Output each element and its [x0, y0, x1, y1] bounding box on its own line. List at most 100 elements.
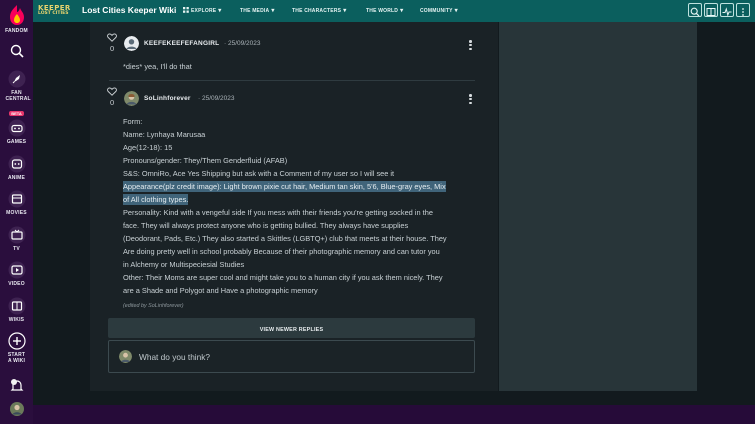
avatar[interactable]	[124, 91, 139, 106]
comment-text-line: Form:	[123, 117, 143, 126]
tv-icon	[8, 226, 25, 244]
comment-date: · 25/09/2023	[224, 40, 261, 47]
tv-nav[interactable]: TV	[0, 226, 33, 252]
search-icon	[10, 44, 24, 58]
search-button[interactable]	[688, 3, 702, 17]
game-controller-icon	[8, 119, 25, 137]
explore-grid-icon	[183, 7, 189, 13]
nav-the-media[interactable]: THE MEDIA ▾	[240, 7, 275, 14]
plus-circle-icon	[7, 332, 26, 350]
wiki-name[interactable]: Lost Cities Keeper Wiki	[82, 5, 176, 15]
comment-text-line: face. They will always protect anyone wh…	[123, 221, 409, 230]
nav-the-characters[interactable]: THE CHARACTERS ▾	[292, 7, 346, 14]
book-icon	[8, 297, 25, 315]
chevron-down-icon: ▾	[400, 8, 404, 14]
comment-text-line: Pronouns/gender: They/Them Genderfluid (…	[123, 156, 288, 165]
nav-the-media-label: THE MEDIA	[240, 8, 270, 14]
chevron-down-icon: ▾	[218, 8, 222, 14]
comment-text-line: Name: Lynhaya Marusaa	[123, 130, 206, 139]
activity-pulse-icon	[722, 7, 732, 17]
nav-explore-label: EXPLORE	[191, 8, 217, 14]
video-label: VIDEO	[8, 281, 25, 287]
nav-the-world[interactable]: THE WORLD ▾	[366, 7, 403, 14]
chevron-down-icon: ▾	[271, 8, 275, 14]
kebab-menu-icon	[742, 8, 744, 16]
fandom-flame-icon	[9, 5, 24, 25]
movie-icon	[8, 190, 25, 208]
chevron-down-icon: ▾	[454, 8, 458, 14]
comment-text-line-selected: of All clothing types.	[123, 194, 189, 205]
community-header: KEEPER LOST CITIES Lost Cities Keeper Wi…	[33, 0, 755, 22]
global-navigation: FANDOM FAN CENTRAL BETA GAMES ANIME MOVI…	[0, 0, 33, 424]
view-newer-replies-button[interactable]: VIEW NEWER REPLIES	[108, 318, 475, 338]
anime-icon	[8, 155, 25, 173]
comment-author[interactable]: KEEFEKEEFEFANGIRL	[144, 40, 219, 47]
search-icon	[690, 7, 700, 17]
games-label: GAMES	[6, 139, 27, 145]
book-icon	[706, 8, 716, 16]
games-nav[interactable]: GAMES	[0, 119, 33, 145]
nav-community-label: COMMUNITY	[420, 8, 453, 14]
avatar-image	[124, 91, 139, 106]
heart-upvote-icon[interactable]	[107, 33, 117, 42]
heart-upvote-icon[interactable]	[107, 87, 117, 96]
notifications-nav[interactable]	[0, 378, 33, 394]
theme-button[interactable]	[704, 3, 718, 17]
wikis-label: WIKIS	[8, 317, 25, 323]
nav-the-characters-label: THE CHARACTERS	[292, 8, 342, 14]
avatar-image	[119, 350, 132, 363]
comment-options-button[interactable]	[469, 94, 472, 105]
comment-text-line-selected: Appearance(plz credit image): Light brow…	[123, 181, 446, 192]
anime-label: ANIME	[7, 175, 26, 181]
fan-central-nav[interactable]: FAN CENTRAL BETA	[0, 70, 33, 120]
comment-date-value: 25/09/2023	[201, 95, 235, 102]
rocket-icon	[8, 70, 25, 88]
avatar	[119, 350, 132, 363]
comment-text-line: in Alchemy or Multispeciesial Studies	[123, 260, 245, 269]
bell-icon	[10, 379, 23, 391]
fandom-logo[interactable]: FANDOM	[0, 4, 33, 34]
wiki-logo[interactable]: KEEPER LOST CITIES	[38, 5, 76, 18]
nav-explore[interactable]: EXPLORE ▾	[183, 7, 222, 14]
avatar[interactable]	[124, 36, 139, 51]
user-avatar	[9, 402, 24, 416]
search-nav[interactable]	[0, 44, 33, 58]
divider	[109, 80, 475, 81]
comment-text: *dies* yea, I'll do that	[123, 62, 192, 71]
start-a-wiki-nav[interactable]: START A WIKI	[0, 332, 33, 364]
fan-central-label: FAN CENTRAL	[5, 90, 31, 102]
activity-button[interactable]	[720, 3, 734, 17]
comment-text-line: Are doing pretty well in school probably…	[123, 247, 440, 256]
comment-text-line: Age(12-18): 15	[123, 143, 173, 152]
chevron-down-icon: ▾	[343, 8, 347, 14]
movies-label: MOVIES	[6, 210, 27, 216]
fandom-label: FANDOM	[5, 28, 28, 34]
comment-author[interactable]: SoLinhforever	[144, 95, 191, 102]
wikis-nav[interactable]: WIKIS	[0, 297, 33, 323]
video-play-icon	[8, 261, 25, 279]
video-nav[interactable]: VIDEO	[0, 261, 33, 287]
more-options-button[interactable]	[736, 3, 750, 17]
movies-nav[interactable]: MOVIES	[0, 190, 33, 216]
vote-count: 0	[110, 98, 115, 107]
vote-count: 0	[110, 44, 115, 53]
comment-text-line: Other: Their Moms are super cool and mig…	[123, 273, 443, 282]
reply-placeholder: What do you think?	[139, 352, 211, 362]
tv-label: TV	[13, 246, 20, 252]
comment-text-line: S&S: OmniRo, Ace Yes Shipping but ask wi…	[123, 169, 395, 178]
comment-options-button[interactable]	[469, 40, 472, 51]
start-a-wiki-label: START A WIKI	[7, 352, 26, 364]
anime-nav[interactable]: ANIME	[0, 155, 33, 181]
header-tools	[686, 3, 750, 19]
reply-input[interactable]: What do you think?	[108, 340, 475, 373]
beta-badge: BETA	[9, 111, 24, 116]
comment-date: · 25/09/2023	[198, 95, 235, 102]
nav-the-world-label: THE WORLD	[366, 8, 399, 14]
nav-community[interactable]: COMMUNITY ▾	[420, 7, 458, 14]
right-rail	[499, 22, 697, 391]
bottom-bar	[33, 405, 755, 424]
comment-text-line: are a Shade and Polygot and Have a photo…	[123, 286, 318, 295]
avatar-image	[124, 36, 139, 51]
comment-text-line: Personality: Kind with a vengeful side I…	[123, 208, 433, 217]
user-avatar-nav[interactable]	[0, 402, 33, 416]
